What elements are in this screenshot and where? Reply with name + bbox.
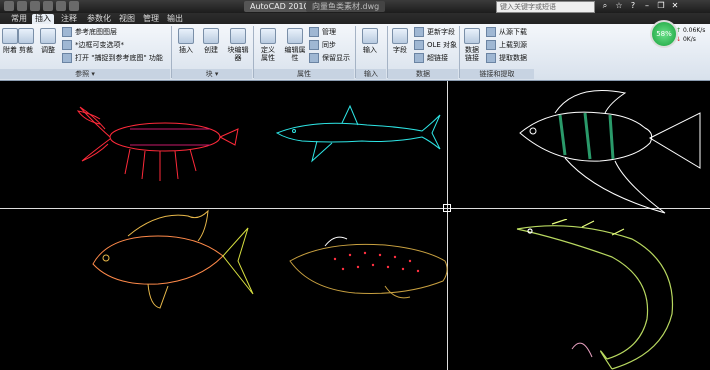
block-editor-button[interactable]: 块编辑器 xyxy=(226,28,250,62)
minimize-icon[interactable]: – xyxy=(642,1,652,11)
define-attribute-button[interactable]: 定义属性 xyxy=(258,28,278,62)
download-icon xyxy=(486,27,496,37)
retain-display-item[interactable]: 保留显示 xyxy=(309,53,350,63)
cursor-pickbox xyxy=(443,204,451,212)
upload-arrow-icon: ↑ xyxy=(676,27,682,34)
reference-panel-label[interactable]: 参照 ▾ xyxy=(0,69,170,79)
edit-attribute-icon xyxy=(287,28,303,44)
edit-attribute-button[interactable]: 编辑属性 xyxy=(284,28,306,62)
data-link-icon xyxy=(464,28,480,44)
adjust-button[interactable]: 调整 xyxy=(40,28,56,54)
import-button[interactable]: 输入 xyxy=(362,28,378,54)
block-panel-label[interactable]: 块 ▾ xyxy=(172,69,252,79)
app-title: AutoCAD 2010 xyxy=(244,1,315,12)
data-panel-label[interactable]: 数据 xyxy=(388,69,458,79)
ole-object-item[interactable]: OLE 对象 xyxy=(414,40,457,50)
title-bar: AutoCAD 2010 向量鱼类素材.dwg 键入关键字或短语 ⌕ ☆ ? –… xyxy=(0,0,710,13)
tab-manage[interactable]: 管理 xyxy=(140,14,162,24)
link-panel-label[interactable]: 链接和提取 xyxy=(460,69,534,79)
extract-data-item[interactable]: 提取数据 xyxy=(486,53,527,63)
undo-icon[interactable] xyxy=(43,1,53,11)
title-icons: ⌕ ☆ ? – ❐ ✕ xyxy=(600,1,680,11)
import-panel-label[interactable]: 输入 xyxy=(356,69,386,79)
manage-item[interactable]: 管理 xyxy=(309,27,336,37)
download-speed: 0K/s xyxy=(682,36,696,43)
define-attribute-icon xyxy=(260,28,276,44)
ole-icon xyxy=(414,40,424,50)
star-icon[interactable]: ☆ xyxy=(614,1,624,11)
file-title: 向量鱼类素材.dwg xyxy=(306,1,386,12)
ribbon-panel: 附着 剪裁 调整 参考底图图层 *边框可变选项* 打开 "捕捉到参考底图" 功能… xyxy=(0,24,710,81)
frame-variable-item[interactable]: *边框可变选项* xyxy=(62,40,124,50)
create-icon xyxy=(203,28,219,44)
print-icon[interactable] xyxy=(69,1,79,11)
clip-button[interactable]: 剪裁 xyxy=(18,28,34,54)
help-icon[interactable]: ? xyxy=(628,1,638,11)
attach-button[interactable]: 附着 xyxy=(2,28,18,54)
update-fields-item[interactable]: 更新字段 xyxy=(414,27,455,37)
tab-view[interactable]: 视图 xyxy=(116,14,138,24)
extract-icon xyxy=(486,53,496,63)
download-source-item[interactable]: 从源下载 xyxy=(486,27,527,37)
network-stats: ↑ 0.06K/s ↓ 0K/s xyxy=(676,26,705,44)
create-block-button[interactable]: 创建 xyxy=(203,28,219,54)
manage-icon xyxy=(309,27,319,37)
upload-speed: 0.06K/s xyxy=(682,27,706,34)
pufferfish-drawing[interactable] xyxy=(285,231,455,306)
pufferfish-spots xyxy=(333,251,420,273)
underlay-layers-item[interactable]: 参考底图图层 xyxy=(62,27,117,37)
sync-item[interactable]: 同步 xyxy=(309,40,336,50)
search-input[interactable]: 键入关键字或短语 xyxy=(496,1,595,13)
data-link-button[interactable]: 数据链接 xyxy=(462,28,482,62)
upload-source-item[interactable]: 上载到源 xyxy=(486,40,527,50)
restore-icon[interactable]: ❐ xyxy=(656,1,666,11)
tab-output[interactable]: 输出 xyxy=(164,14,186,24)
insert-block-button[interactable]: 插入 xyxy=(178,28,194,54)
tab-insert[interactable]: 插入 xyxy=(32,14,54,24)
close-icon[interactable]: ✕ xyxy=(670,1,680,11)
frame-icon xyxy=(62,40,72,50)
attach-icon xyxy=(2,28,18,44)
adjust-icon xyxy=(40,28,56,44)
drawing-canvas[interactable] xyxy=(0,81,710,370)
crosshair-vertical xyxy=(447,81,448,370)
attributes-panel-label[interactable]: 属性 xyxy=(254,69,354,79)
tab-parametric[interactable]: 参数化 xyxy=(84,14,114,24)
ribbon-tabs: 常用 插入 注释 参数化 视图 管理 输出 xyxy=(0,13,710,24)
import-icon xyxy=(362,28,378,44)
arowana-drawing[interactable] xyxy=(512,219,702,370)
angelfish-drawing[interactable] xyxy=(515,83,705,218)
redo-icon[interactable] xyxy=(56,1,66,11)
hyperlink-item[interactable]: 超链接 xyxy=(414,53,448,63)
lobster-drawing[interactable] xyxy=(70,99,245,189)
shark-drawing[interactable] xyxy=(272,101,442,166)
field-button[interactable]: 字段 xyxy=(392,28,408,54)
display-icon xyxy=(309,53,319,63)
new-icon[interactable] xyxy=(4,1,14,11)
upload-icon xyxy=(486,40,496,50)
save-icon[interactable] xyxy=(30,1,40,11)
download-arrow-icon: ↓ xyxy=(676,36,682,43)
network-speed-badge[interactable]: 58% xyxy=(650,20,678,48)
sync-icon xyxy=(309,40,319,50)
snap-underlay-item[interactable]: 打开 "捕捉到参考底图" 功能 xyxy=(62,53,163,63)
open-icon[interactable] xyxy=(17,1,27,11)
binoculars-icon[interactable]: ⌕ xyxy=(600,1,610,11)
layers-icon xyxy=(62,27,72,37)
hyperlink-icon xyxy=(414,53,424,63)
tab-home[interactable]: 常用 xyxy=(8,14,30,24)
tab-annotate[interactable]: 注释 xyxy=(58,14,80,24)
field-icon xyxy=(392,28,408,44)
insert-icon xyxy=(178,28,194,44)
clip-icon xyxy=(18,28,34,44)
perch-drawing[interactable] xyxy=(88,206,258,311)
update-fields-icon xyxy=(414,27,424,37)
block-editor-icon xyxy=(230,28,246,44)
quick-access-toolbar xyxy=(4,1,79,11)
snap-icon xyxy=(62,53,72,63)
